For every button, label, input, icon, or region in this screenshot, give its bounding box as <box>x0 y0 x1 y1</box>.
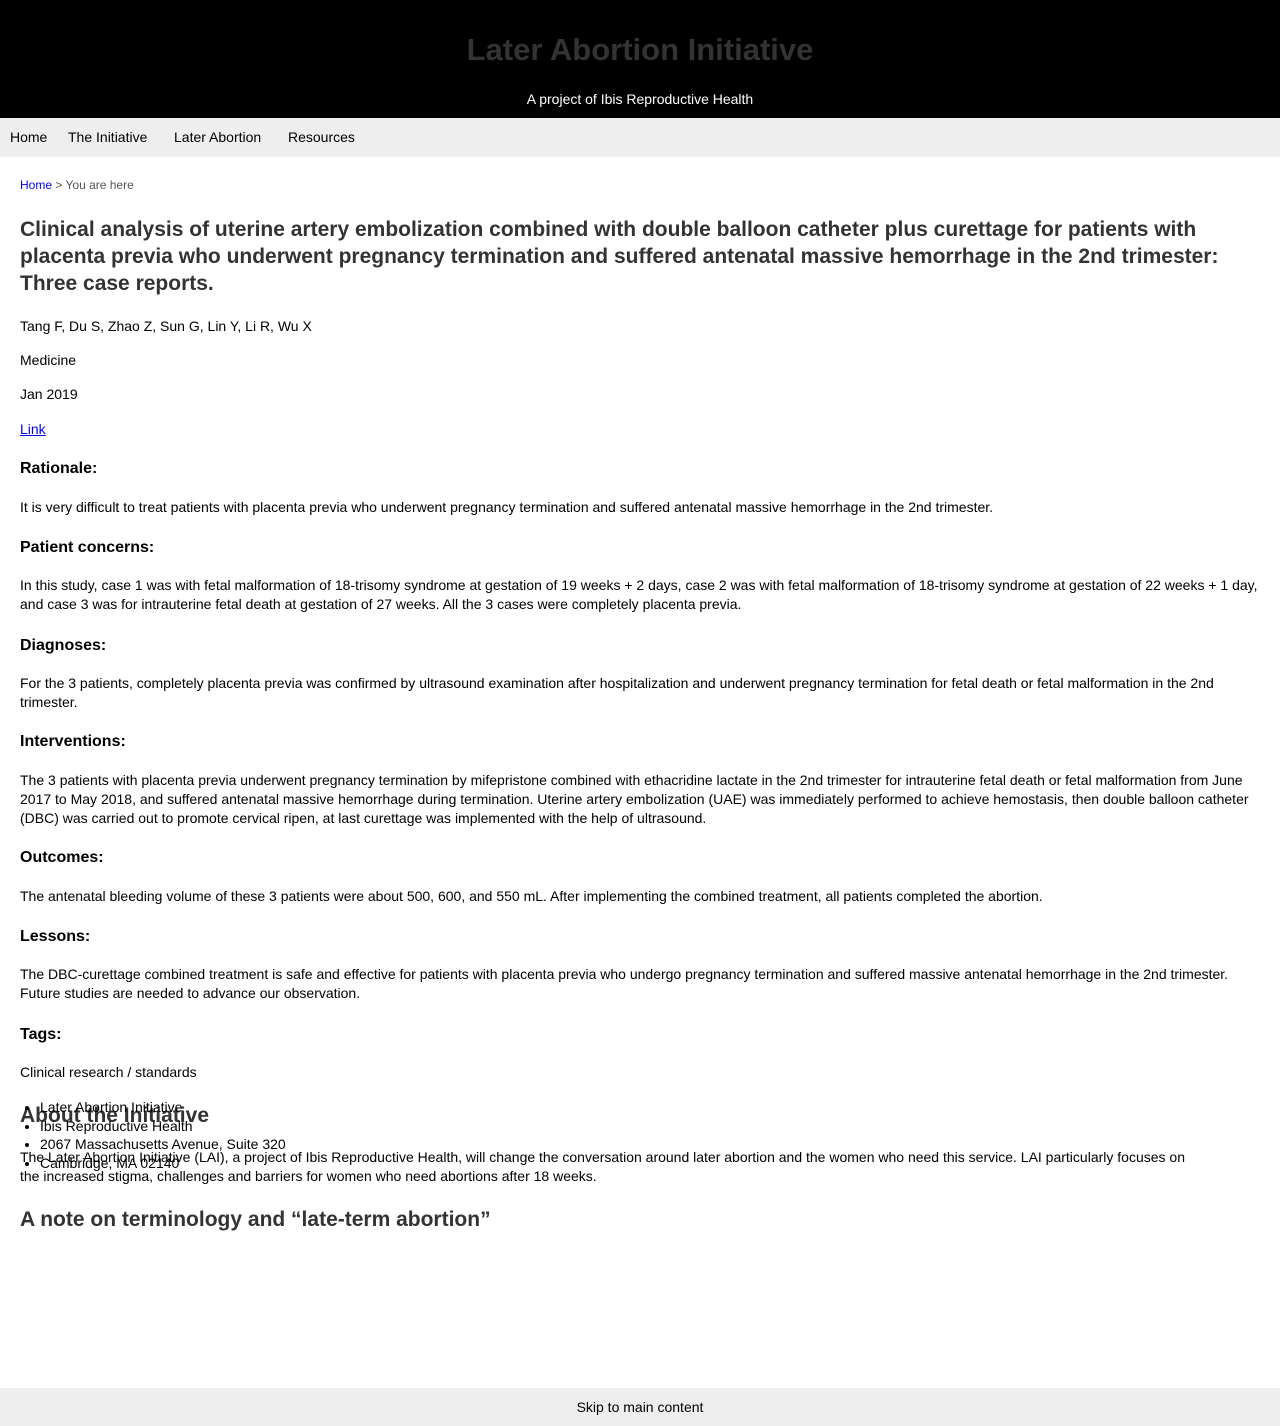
breadcrumb: Home > You are here <box>20 178 134 192</box>
contact-city: Cambridge, MA 02140 <box>40 1154 286 1173</box>
contact-street: 2067 Massachusetts Avenue, Suite 320 <box>40 1135 286 1154</box>
contact-parent-org: Ibis Reproductive Health <box>40 1117 286 1136</box>
tags-heading: Tags: <box>20 1026 62 1043</box>
rationale-text: It is very difficult to treat patients w… <box>20 499 994 515</box>
contact-org-name: Later Abortion Initiative <box>40 1098 286 1117</box>
page-title: Clinical analysis of uterine artery embo… <box>20 218 1219 295</box>
nav-item-the-initiative[interactable]: The Initiative <box>68 129 147 146</box>
patient-concerns-heading: Patient concerns: <box>20 539 155 556</box>
breadcrumb-home-link[interactable]: Home <box>20 178 52 192</box>
diagnoses-heading: Diagnoses: <box>20 637 107 654</box>
article-journal: Medicine <box>20 352 77 368</box>
breadcrumb-separator: > <box>55 178 63 192</box>
nav-item-later-abortion[interactable]: Later Abortion <box>174 129 261 146</box>
skip-to-main-content-link[interactable]: Skip to main content <box>577 1399 704 1416</box>
outcomes-text: The antenatal bleeding volume of these 3… <box>20 888 1043 904</box>
tagline-link[interactable]: A project of Ibis Reproductive Health <box>527 91 753 107</box>
site-title: Later Abortion Initiative <box>466 32 814 67</box>
nav-item-resources[interactable]: Resources <box>288 129 355 146</box>
rationale-heading: Rationale: <box>20 460 98 477</box>
terminology-note-heading: A note on terminology and “late-term abo… <box>20 1207 491 1233</box>
interventions-heading: Interventions: <box>20 733 126 750</box>
site-footer: Skip to main content <box>0 1388 1280 1426</box>
terminology-note-link[interactable]: on terminology and “late-term abortion” <box>90 1208 490 1231</box>
tag-value: Clinical research / standards <box>20 1064 197 1080</box>
site-header: Later Abortion Initiative A project of I… <box>0 0 1280 118</box>
breadcrumb-current: You are here <box>65 178 134 192</box>
site-tagline: A project of Ibis Reproductive Health <box>0 91 1280 108</box>
interventions-text: The 3 patients with placenta previa unde… <box>20 772 1249 826</box>
article-authors: Tang F, Du S, Zhao Z, Sun G, Lin Y, Li R… <box>20 318 312 334</box>
article-link[interactable]: Link <box>20 421 46 437</box>
lessons-heading: Lessons: <box>20 928 91 945</box>
outcomes-heading: Outcomes: <box>20 849 104 866</box>
main-nav: Home The Initiative Later Abortion Resou… <box>0 118 1280 157</box>
lessons-text: The DBC-curettage combined treatment is … <box>20 966 1229 1001</box>
article-date: Jan 2019 <box>20 386 78 402</box>
patient-concerns-text: In this study, case 1 was with fetal mal… <box>20 577 1258 612</box>
nav-item-home[interactable]: Home <box>10 129 47 146</box>
diagnoses-text: For the 3 patients, completely placenta … <box>20 675 1214 710</box>
contact-address-list: Later Abortion Initiative Ibis Reproduct… <box>20 1098 286 1172</box>
terminology-note-prefix: A note <box>20 1208 91 1231</box>
